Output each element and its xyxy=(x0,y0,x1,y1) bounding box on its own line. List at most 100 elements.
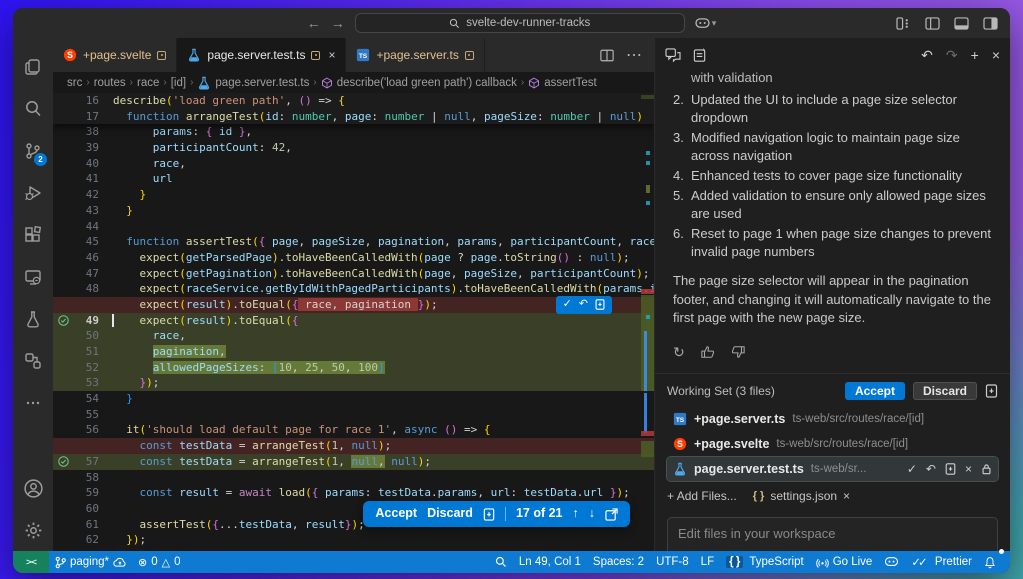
close-panel-icon[interactable]: × xyxy=(992,47,1000,63)
chat-partial-line: with validation xyxy=(673,72,992,85)
beaker-icon xyxy=(187,48,201,62)
cursor-position-item[interactable]: Ln 49, Col 1 xyxy=(513,551,587,573)
toggle-sidebar-icon[interactable] xyxy=(925,17,940,30)
code-line-added: 49expect(result).toEqual({ xyxy=(53,313,654,329)
toggle-panel-icon[interactable] xyxy=(954,17,969,30)
previous-change-icon[interactable]: ↑ xyxy=(573,506,579,522)
tab--page-svelte[interactable]: S+page.svelte xyxy=(53,38,177,72)
breadcrumb-item[interactable]: [id] xyxy=(171,77,186,89)
working-set-title: Working Set (3 files) xyxy=(667,384,775,398)
source-control-icon[interactable]: 2 xyxy=(13,130,53,172)
panel-header: + ↶ ↷ + × xyxy=(655,38,1010,72)
copilot-menu-button[interactable]: ▾ xyxy=(695,17,717,30)
split-editor-icon[interactable] xyxy=(600,49,614,62)
document-icon[interactable] xyxy=(483,508,495,521)
accept-change-icon[interactable]: ✓ xyxy=(563,297,572,313)
breadcrumb-item[interactable]: race xyxy=(137,77,159,89)
history-forward-icon[interactable]: → xyxy=(331,16,345,30)
extensions-icon[interactable] xyxy=(13,214,53,256)
error-icon: ⊗ xyxy=(138,556,147,569)
run-debug-icon[interactable] xyxy=(13,172,53,214)
code-editor[interactable]: 16describe('load green path', () => {17f… xyxy=(53,93,654,551)
double-check-icon: ✓✓ xyxy=(911,555,924,569)
working-set-file[interactable]: TS+page.server.tsts-web/src/routes/race/… xyxy=(667,407,998,431)
line-number: 39 xyxy=(73,140,99,156)
breadcrumb-item[interactable]: assertTest xyxy=(528,77,596,89)
document-icon[interactable] xyxy=(595,299,605,310)
testing-icon[interactable] xyxy=(13,298,53,340)
account-icon[interactable] xyxy=(13,467,53,509)
working-set-file[interactable]: S+page.sveltets-web/src/routes/race/[id] xyxy=(667,432,998,456)
discard-all-button[interactable]: Discard xyxy=(913,382,977,400)
git-branch-item[interactable]: paging* xyxy=(49,551,132,573)
test-pass-icon[interactable] xyxy=(58,315,69,326)
tab--page-server-ts[interactable]: TS+page.server.ts xyxy=(346,38,484,72)
remote-indicator[interactable]: >< xyxy=(13,551,49,573)
explorer-icon[interactable] xyxy=(13,46,53,88)
breadcrumb-item[interactable]: describe('load green path') callback xyxy=(321,77,517,89)
open-all-edits-icon[interactable] xyxy=(985,384,998,398)
go-live-item[interactable]: Go Live xyxy=(810,551,879,573)
more-icon[interactable] xyxy=(13,382,53,424)
eol-item[interactable]: LF xyxy=(695,551,720,573)
breadcrumb-item[interactable]: src xyxy=(67,77,82,89)
next-change-icon[interactable]: ↓ xyxy=(589,506,595,522)
line-number: 51 xyxy=(73,344,99,360)
open-file-icon[interactable] xyxy=(605,508,618,521)
copilot-edits-panel: + ↶ ↷ + × with validation 2.Updated the … xyxy=(654,38,1010,551)
new-edit-session-icon[interactable]: + xyxy=(693,48,707,63)
thumbs-down-icon[interactable] xyxy=(731,345,745,359)
more-actions-icon[interactable]: ⋯ xyxy=(626,45,642,65)
overview-ruler[interactable] xyxy=(641,93,654,551)
chat-list-item: 2.Updated the UI to include a page size … xyxy=(673,91,992,127)
chat-input[interactable]: Edit files in your workspace Edit ▾ Clau… xyxy=(667,517,998,551)
references-icon[interactable] xyxy=(13,340,53,382)
document-icon[interactable] xyxy=(945,463,956,475)
discard-change-icon[interactable]: ↶ xyxy=(579,297,588,313)
redo-icon[interactable]: ↷ xyxy=(946,47,958,64)
breadcrumb-item[interactable]: routes xyxy=(94,77,126,89)
attachment-chip[interactable]: { } settings.json × xyxy=(753,489,850,503)
tab-page-server-test-ts[interactable]: page.server.test.ts× xyxy=(177,38,346,72)
accept-button[interactable]: Accept xyxy=(375,506,417,522)
customize-layout-icon[interactable] xyxy=(896,17,911,30)
history-back-icon[interactable]: ← xyxy=(307,16,321,30)
lock-icon[interactable] xyxy=(981,463,992,475)
copilot-icon xyxy=(695,17,710,30)
encoding-item[interactable]: UTF-8 xyxy=(650,551,695,573)
close-icon[interactable]: × xyxy=(965,462,972,476)
sticky-scroll: 16describe('load green path', () => {17f… xyxy=(53,93,654,124)
accept-all-button[interactable]: Accept xyxy=(845,382,905,400)
search-icon xyxy=(449,18,460,29)
tab-bar: S+page.sveltepage.server.test.ts×TS+page… xyxy=(53,38,654,72)
undo-icon[interactable]: ↶ xyxy=(921,47,933,64)
new-session-icon[interactable]: + xyxy=(971,47,979,63)
test-pass-icon[interactable] xyxy=(58,456,69,467)
code-line-added: 50race, xyxy=(53,328,654,344)
check-icon[interactable]: ✓ xyxy=(907,462,917,476)
working-set-file[interactable]: page.server.test.tsts-web/sr...✓↶× xyxy=(667,457,998,481)
toggle-secondary-sidebar-icon[interactable] xyxy=(983,17,998,30)
remove-attachment-icon[interactable]: × xyxy=(843,489,850,503)
copilot-status-item[interactable] xyxy=(878,551,905,573)
problems-item[interactable]: ⊗ 0 △ 0 xyxy=(132,551,187,573)
prettier-item[interactable]: ✓✓ Prettier xyxy=(905,551,978,573)
close-tab-icon[interactable]: × xyxy=(328,48,335,62)
retry-icon[interactable]: ↻ xyxy=(673,344,685,361)
discard-button[interactable]: Discard xyxy=(427,506,473,522)
chat-response[interactable]: with validation 2.Updated the UI to incl… xyxy=(655,72,1010,365)
language-item[interactable]: { } TypeScript xyxy=(720,551,810,573)
add-files-button[interactable]: + Add Files... xyxy=(667,489,737,503)
comment-discussion-icon[interactable] xyxy=(665,48,681,62)
search-icon[interactable] xyxy=(13,88,53,130)
breadcrumb-item[interactable]: page.server.test.ts xyxy=(197,76,309,90)
command-center-search[interactable]: svelte-dev-runner-tracks xyxy=(355,13,685,33)
thumbs-up-icon[interactable] xyxy=(701,345,715,359)
indentation-item[interactable]: Spaces: 2 xyxy=(587,551,650,573)
settings-gear-icon[interactable] xyxy=(13,509,53,551)
notifications-item[interactable] xyxy=(978,551,1002,573)
remote-explorer-icon[interactable] xyxy=(13,256,53,298)
search-status-item[interactable] xyxy=(489,551,513,573)
discard-icon[interactable]: ↶ xyxy=(926,462,936,476)
breadcrumb[interactable]: src›routes›race›[id]›page.server.test.ts… xyxy=(53,72,654,93)
